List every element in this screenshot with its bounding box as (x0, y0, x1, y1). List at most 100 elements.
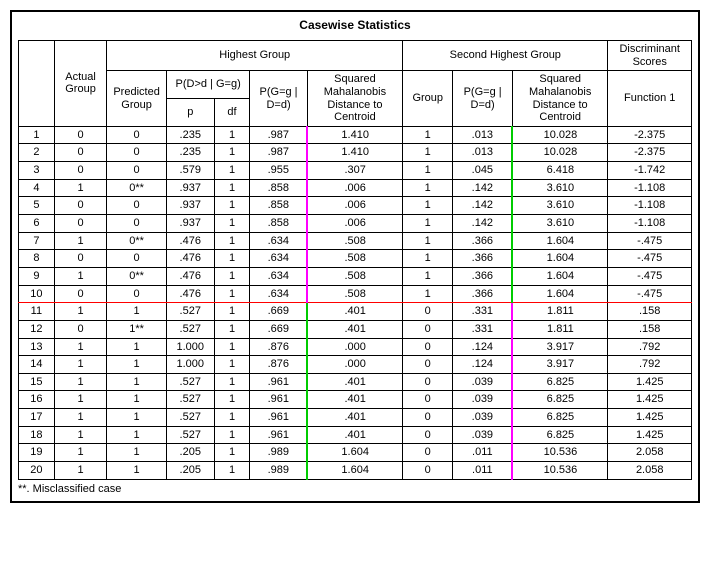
cell-fn: -1.108 (608, 215, 692, 233)
cell-p: .205 (166, 462, 214, 480)
cell-actual: 1 (54, 179, 106, 197)
cell-idx: 10 (19, 285, 55, 303)
cell-pgg: .955 (250, 162, 307, 180)
cell-idx: 2 (19, 144, 55, 162)
cell-mah1: .006 (307, 215, 403, 233)
cell-mah1: .000 (307, 356, 403, 374)
cell-mah2: 1.604 (512, 285, 607, 303)
cell-fn: 2.058 (608, 462, 692, 480)
cell-actual: 0 (54, 144, 106, 162)
cell-df: 1 (214, 320, 250, 338)
cell-pgg2: .011 (453, 462, 513, 480)
cell-pgg2: .124 (453, 338, 513, 356)
cell-actual: 0 (54, 162, 106, 180)
cell-mah2: 1.811 (512, 320, 607, 338)
cell-pgg2: .331 (453, 303, 513, 321)
cell-p: .527 (166, 373, 214, 391)
cell-mah1: 1.410 (307, 126, 403, 144)
cell-mah2: 6.418 (512, 162, 607, 180)
cell-idx: 18 (19, 426, 55, 444)
cell-df: 1 (214, 215, 250, 233)
cell-p: .937 (166, 179, 214, 197)
table-row: 910**.4761.634.5081.3661.604-.475 (19, 267, 692, 285)
cell-pgg: .858 (250, 179, 307, 197)
cell-idx: 13 (19, 338, 55, 356)
cell-idx: 8 (19, 250, 55, 268)
cell-actual: 1 (54, 338, 106, 356)
cell-predicted: 1 (107, 303, 167, 321)
cell-actual: 0 (54, 215, 106, 233)
cell-mah2: 3.610 (512, 215, 607, 233)
cell-mah1: 1.604 (307, 462, 403, 480)
cell-pgg: .669 (250, 303, 307, 321)
table-row: 1201**.5271.669.4010.3311.811.158 (19, 320, 692, 338)
cell-predicted: 1 (107, 444, 167, 462)
cell-pgg2: .124 (453, 356, 513, 374)
cell-df: 1 (214, 197, 250, 215)
cell-actual: 1 (54, 356, 106, 374)
cell-mah1: .508 (307, 250, 403, 268)
cell-mah1: 1.410 (307, 144, 403, 162)
table-row: 13111.0001.876.0000.1243.917.792 (19, 338, 692, 356)
cell-mah2: 10.536 (512, 462, 607, 480)
cell-pgg2: .039 (453, 373, 513, 391)
cell-idx: 20 (19, 462, 55, 480)
header-df: df (214, 99, 250, 127)
cell-p: 1.000 (166, 338, 214, 356)
cell-p: .235 (166, 126, 214, 144)
cell-mah2: 6.825 (512, 409, 607, 427)
cell-actual: 1 (54, 303, 106, 321)
cell-idx: 1 (19, 126, 55, 144)
cell-mah2: 10.536 (512, 444, 607, 462)
cell-p: .527 (166, 391, 214, 409)
cell-mah1: .401 (307, 303, 403, 321)
cell-group2: 0 (403, 391, 453, 409)
cell-actual: 1 (54, 373, 106, 391)
cell-fn: -.475 (608, 285, 692, 303)
cell-predicted: 1 (107, 356, 167, 374)
cell-predicted: 0 (107, 215, 167, 233)
cell-fn: -1.742 (608, 162, 692, 180)
cell-pgg: .634 (250, 285, 307, 303)
cell-df: 1 (214, 179, 250, 197)
cell-df: 1 (214, 373, 250, 391)
cell-pgg: .858 (250, 197, 307, 215)
cell-actual: 1 (54, 444, 106, 462)
cell-pgg: .876 (250, 338, 307, 356)
cell-group2: 0 (403, 338, 453, 356)
header-pgg2: P(G=g | D=d) (453, 71, 513, 127)
cell-mah1: .401 (307, 409, 403, 427)
cell-pgg: .987 (250, 144, 307, 162)
cell-mah1: .401 (307, 426, 403, 444)
statistics-table: Actual Group Highest Group Second Highes… (18, 40, 692, 480)
cell-idx: 12 (19, 320, 55, 338)
cell-df: 1 (214, 303, 250, 321)
cell-p: .476 (166, 232, 214, 250)
cell-actual: 0 (54, 197, 106, 215)
footnote: **. Misclassified case (18, 483, 692, 495)
cell-idx: 15 (19, 373, 55, 391)
cell-actual: 1 (54, 232, 106, 250)
cell-p: .527 (166, 303, 214, 321)
cell-mah1: .401 (307, 373, 403, 391)
cell-df: 1 (214, 409, 250, 427)
cell-group2: 1 (403, 232, 453, 250)
cell-predicted: 1 (107, 338, 167, 356)
cell-predicted: 0 (107, 250, 167, 268)
cell-group2: 1 (403, 267, 453, 285)
cell-mah1: .508 (307, 285, 403, 303)
table-row: 800.4761.634.5081.3661.604-.475 (19, 250, 692, 268)
cell-group2: 0 (403, 356, 453, 374)
cell-actual: 1 (54, 426, 106, 444)
cell-mah2: 3.610 (512, 197, 607, 215)
cell-mah2: 3.917 (512, 356, 607, 374)
header-pdg: P(D>d | G=g) (166, 71, 250, 99)
cell-df: 1 (214, 250, 250, 268)
header-mah2: Squared Mahalanobis Distance to Centroid (512, 71, 607, 127)
cell-mah1: .508 (307, 232, 403, 250)
cell-pgg2: .366 (453, 250, 513, 268)
table-row: 1611.5271.961.4010.0396.8251.425 (19, 391, 692, 409)
cell-df: 1 (214, 126, 250, 144)
cell-p: .937 (166, 197, 214, 215)
cell-p: 1.000 (166, 356, 214, 374)
